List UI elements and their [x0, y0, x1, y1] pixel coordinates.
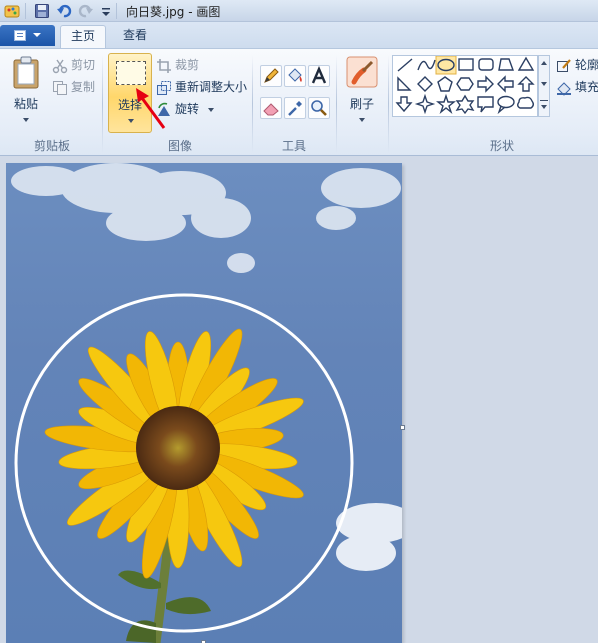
- image-group-label: 图像: [167, 139, 192, 153]
- text-tool-button[interactable]: [308, 65, 330, 87]
- group-divider: [336, 55, 337, 153]
- right-triangle-shape-icon[interactable]: [397, 76, 412, 91]
- five-point-star-shape-icon[interactable]: [436, 93, 456, 115]
- fill-label: 填充: [575, 80, 598, 94]
- four-point-star-shape-icon[interactable]: [414, 93, 436, 115]
- paste-label: 粘贴: [13, 97, 38, 111]
- save-icon[interactable]: [34, 3, 50, 19]
- copy-label: 复制: [71, 80, 96, 94]
- line-shape-icon[interactable]: [397, 58, 413, 72]
- resize-label: 重新调整大小: [175, 80, 248, 94]
- shapes-gallery: [392, 55, 538, 117]
- clipboard-icon: [13, 56, 39, 89]
- eraser-tool-button[interactable]: [260, 97, 282, 119]
- fill-tool-button[interactable]: [284, 65, 306, 87]
- pentagon-shape-icon[interactable]: [437, 76, 453, 92]
- brushes-button[interactable]: 刷子: [342, 53, 382, 129]
- fill-bucket-icon: [288, 68, 302, 82]
- brushes-label: 刷子: [349, 97, 374, 111]
- up-arrow-shape-icon[interactable]: [517, 76, 535, 92]
- clipboard-group-label: 剪贴板: [33, 139, 70, 153]
- rounded-rectangle-shape-icon[interactable]: [478, 58, 494, 71]
- diamond-shape-icon[interactable]: [417, 76, 433, 92]
- oval-shape-icon[interactable]: [435, 55, 457, 75]
- oval-callout-shape-icon[interactable]: [497, 95, 515, 115]
- pencil-tool-button[interactable]: [260, 65, 282, 87]
- cloud-bottom-right: [336, 503, 402, 571]
- document-icon: [14, 30, 26, 41]
- magnifier-tool-button[interactable]: [308, 97, 330, 119]
- copy-icon: [53, 80, 67, 95]
- triangle-shape-icon[interactable]: [517, 56, 535, 71]
- cut-button[interactable]: 剪切: [52, 55, 95, 75]
- outline-label: 轮廓: [575, 58, 598, 72]
- group-divider: [252, 55, 253, 153]
- rotate-dropdown-icon: [207, 107, 214, 112]
- rotate-label: 旋转: [175, 102, 200, 116]
- magnifier-icon: [311, 100, 327, 116]
- cloud-top: [11, 163, 401, 273]
- undo-icon[interactable]: [56, 3, 72, 19]
- outline-pen-icon: [557, 58, 571, 72]
- annotation-arrow: [136, 88, 166, 129]
- ribbon: 粘贴 剪切 复制 剪贴板 选择 裁剪 重新调整大小 旋转 图像 工具 刷子 轮廓…: [0, 48, 598, 156]
- redo-icon[interactable]: [78, 3, 94, 19]
- rect-callout-shape-icon[interactable]: [477, 96, 494, 113]
- customize-toolbar-icon[interactable]: [98, 3, 114, 19]
- shapes-scroll-arrows-icon: [540, 61, 548, 109]
- cloud-callout-shape-icon[interactable]: [517, 96, 534, 109]
- rectangle-shape-icon[interactable]: [458, 58, 474, 71]
- application-menu-button[interactable]: [0, 25, 55, 46]
- ribbon-tab-row: 主页 查看: [0, 22, 598, 48]
- window-title: 向日葵.jpg - 画图: [126, 5, 221, 19]
- shape-outline-button[interactable]: 轮廓: [556, 55, 598, 75]
- eraser-icon: [263, 103, 279, 116]
- six-point-star-shape-icon[interactable]: [455, 94, 475, 115]
- color-picker-icon: [288, 101, 302, 116]
- curve-shape-icon[interactable]: [417, 59, 436, 71]
- sunflower-center: [136, 406, 220, 490]
- group-divider: [102, 55, 103, 153]
- chevron-down-icon: [33, 33, 41, 37]
- tab-home[interactable]: 主页: [60, 25, 106, 48]
- scissors-icon: [52, 59, 68, 73]
- shape-fill-button[interactable]: 填充: [556, 77, 598, 97]
- paste-button[interactable]: 粘贴: [6, 53, 46, 129]
- hexagon-shape-icon[interactable]: [456, 77, 474, 91]
- tools-group-label: 工具: [281, 139, 306, 153]
- crop-button[interactable]: 裁剪: [156, 55, 199, 75]
- title-bar: 向日葵.jpg - 画图: [0, 0, 598, 22]
- sunflower-photo: [11, 163, 402, 643]
- brushes-dropdown-icon: [359, 118, 365, 122]
- text-icon: [311, 65, 327, 84]
- image-canvas[interactable]: [6, 163, 402, 643]
- brush-icon: [346, 56, 378, 88]
- pencil-icon: [264, 68, 279, 83]
- crop-icon: [157, 58, 171, 73]
- crop-label: 裁剪: [175, 58, 200, 72]
- cut-label: 剪切: [71, 58, 96, 72]
- shapes-gallery-scrollbar[interactable]: [538, 55, 550, 117]
- right-arrow-shape-icon[interactable]: [477, 75, 494, 93]
- canvas-workspace: [0, 156, 598, 643]
- shapes-gallery-icons: [395, 55, 535, 115]
- fill-icon: [557, 81, 571, 96]
- down-arrow-shape-icon[interactable]: [395, 96, 413, 113]
- polygon-shape-icon[interactable]: [498, 58, 514, 71]
- shapes-group-label: 形状: [489, 139, 514, 153]
- resize-handle-right[interactable]: [400, 425, 405, 430]
- left-arrow-shape-icon[interactable]: [497, 75, 514, 93]
- paste-dropdown-icon: [23, 118, 29, 122]
- paint-app-icon[interactable]: [4, 3, 20, 19]
- group-divider: [388, 55, 389, 153]
- copy-button[interactable]: 复制: [52, 77, 95, 97]
- color-picker-tool-button[interactable]: [284, 97, 306, 119]
- tab-view[interactable]: 查看: [112, 25, 158, 48]
- select-rectangle-icon: [116, 61, 146, 85]
